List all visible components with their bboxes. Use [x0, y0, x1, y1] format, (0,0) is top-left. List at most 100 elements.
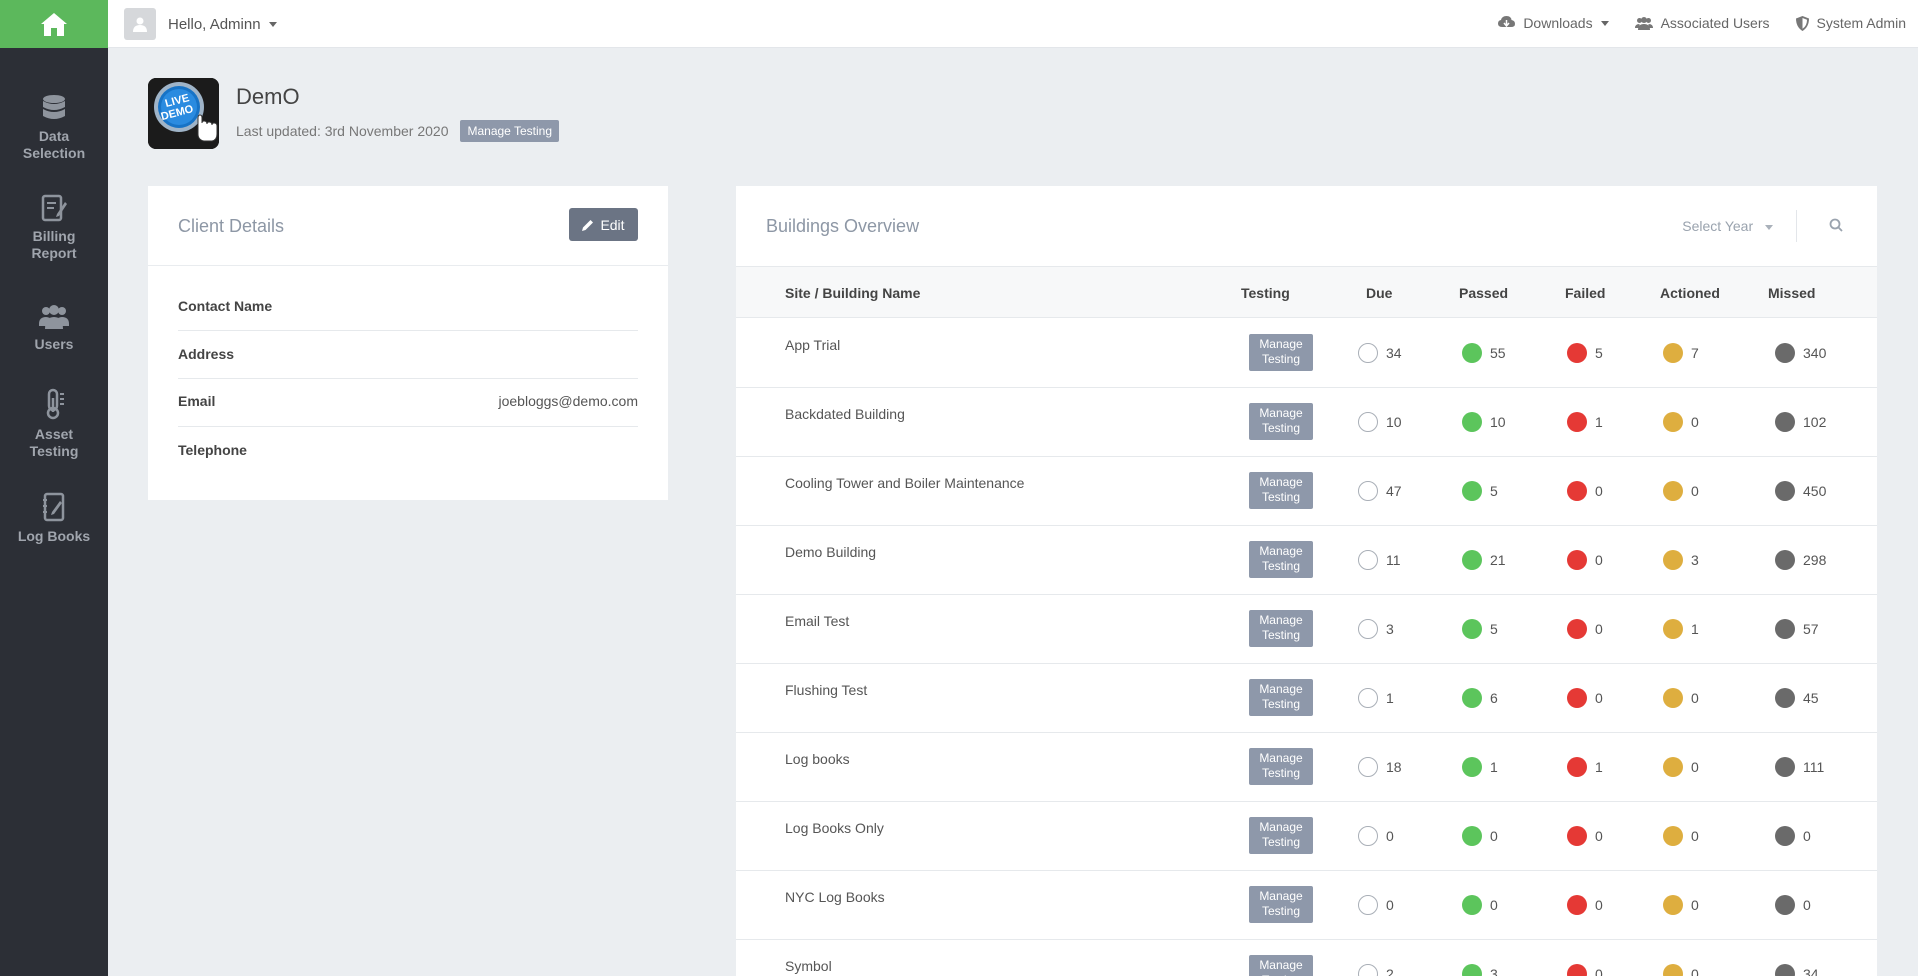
manage-testing-button[interactable]: ManageTesting — [1249, 886, 1313, 923]
year-select-placeholder: Select Year — [1682, 218, 1754, 234]
column-header-failed[interactable]: Failed — [1565, 285, 1605, 301]
failed-count-indicator — [1567, 826, 1587, 846]
building-name[interactable]: Backdated Building — [785, 406, 905, 422]
building-name[interactable]: Email Test — [785, 613, 849, 629]
due-count: 0 — [1358, 895, 1394, 915]
actioned-count-value: 0 — [1691, 828, 1699, 844]
manage-label: Manage — [1259, 682, 1303, 696]
column-header-actioned[interactable]: Actioned — [1660, 285, 1720, 301]
live-demo-logo-icon: LIVE DEMO — [148, 78, 219, 149]
column-header-missed[interactable]: Missed — [1768, 285, 1815, 301]
building-name[interactable]: App Trial — [785, 337, 840, 353]
home-button[interactable] — [0, 0, 108, 48]
testing-label: Testing — [1261, 559, 1301, 573]
missed-count: 340 — [1775, 343, 1826, 363]
detail-label: Email — [178, 393, 216, 409]
actioned-count: 0 — [1663, 895, 1699, 915]
due-count-indicator — [1358, 757, 1378, 777]
column-header-passed[interactable]: Passed — [1459, 285, 1508, 301]
column-header-name[interactable]: Site / Building Name — [785, 285, 920, 301]
building-name[interactable]: Demo Building — [785, 544, 876, 560]
missed-count-indicator — [1775, 757, 1795, 777]
testing-label: Testing — [1261, 766, 1301, 780]
manage-testing-button[interactable]: ManageTesting — [1249, 610, 1313, 647]
sidebar-item-log-books[interactable]: Log Books — [0, 486, 108, 545]
manage-testing-button[interactable]: ManageTesting — [1249, 955, 1313, 976]
search-button[interactable] — [1829, 218, 1843, 237]
table-row[interactable]: Log books Manage Testing 18 1 1 0 111 — [736, 733, 1877, 802]
downloads-menu[interactable]: Downloads — [1498, 15, 1609, 31]
passed-count-indicator — [1462, 550, 1482, 570]
table-row[interactable]: Email Test Manage Testing 3 5 0 1 57 — [736, 595, 1877, 664]
building-name[interactable]: Log Books Only — [785, 820, 884, 836]
failed-count-indicator — [1567, 964, 1587, 976]
sidebar-item-users[interactable]: Users — [0, 294, 108, 353]
failed-count-value: 0 — [1595, 690, 1603, 706]
actioned-count: 0 — [1663, 412, 1699, 432]
edit-button[interactable]: Edit — [569, 208, 638, 241]
passed-count-value: 0 — [1490, 828, 1498, 844]
building-name[interactable]: Symbol — [785, 958, 832, 974]
table-row[interactable]: NYC Log Books Manage Testing 0 0 0 0 0 — [736, 871, 1877, 940]
column-header-due[interactable]: Due — [1366, 285, 1392, 301]
manage-testing-button[interactable]: ManageTesting — [1249, 541, 1313, 578]
associated-users-link[interactable]: Associated Users — [1634, 15, 1770, 31]
missed-count-value: 340 — [1803, 345, 1827, 361]
manage-testing-button[interactable]: Manage Testing — [460, 120, 559, 142]
building-name[interactable]: Cooling Tower and Boiler Maintenance — [785, 475, 1024, 491]
missed-count: 298 — [1775, 550, 1826, 570]
sidebar-item-data-selection[interactable]: Data Selection — [0, 86, 108, 162]
failed-count-value: 0 — [1595, 897, 1603, 913]
year-select[interactable]: Select Year — [1682, 218, 1773, 234]
building-name[interactable]: NYC Log Books — [785, 889, 885, 905]
manage-label: Manage — [1259, 406, 1303, 420]
building-name[interactable]: Log books — [785, 751, 850, 767]
failed-count-value: 0 — [1595, 483, 1603, 499]
table-row[interactable]: Demo Building Manage Testing 11 21 0 3 298 — [736, 526, 1877, 595]
manage-testing-button[interactable]: ManageTesting — [1249, 403, 1313, 440]
actioned-count-value: 0 — [1691, 759, 1699, 775]
actioned-count-value: 0 — [1691, 897, 1699, 913]
passed-count-value: 21 — [1490, 552, 1506, 568]
manage-testing-button[interactable]: ManageTesting — [1249, 679, 1313, 716]
table-row[interactable]: Backdated Building Manage Testing 10 10 1 0 102 — [736, 388, 1877, 457]
edit-label: Edit — [600, 216, 625, 233]
failed-count: 0 — [1567, 688, 1603, 708]
actioned-count-indicator — [1663, 964, 1683, 976]
due-count-indicator — [1358, 481, 1378, 501]
due-count: 11 — [1358, 550, 1401, 570]
due-count-value: 11 — [1386, 552, 1401, 568]
table-row[interactable]: Log Books Only Manage Testing 0 0 0 0 0 — [736, 802, 1877, 871]
column-header-testing[interactable]: Testing — [1241, 285, 1290, 301]
sidebar-item-asset-testing[interactable]: Asset Testing — [0, 384, 108, 460]
table-row[interactable]: Symbol ManageTesting 2 3 0 0 34 — [736, 940, 1877, 976]
due-count-value: 1 — [1386, 690, 1394, 706]
table-row[interactable]: Cooling Tower and Boiler Maintenance Mana… — [736, 457, 1877, 526]
manage-testing-button[interactable]: ManageTesting — [1249, 748, 1313, 785]
manage-testing-button[interactable]: ManageTesting — [1249, 472, 1313, 509]
failed-count-indicator — [1567, 688, 1587, 708]
table-row[interactable]: Flushing Test Manage Testing 1 6 0 0 45 — [736, 664, 1877, 733]
failed-count: 0 — [1567, 895, 1603, 915]
failed-count-indicator — [1567, 895, 1587, 915]
sidebar-item-billing-report[interactable]: Billing Report — [0, 186, 108, 262]
missed-count-indicator — [1775, 964, 1795, 976]
last-updated: Last updated: 3rd November 2020 — [236, 123, 449, 139]
passed-count: 21 — [1462, 550, 1506, 570]
due-count: 3 — [1358, 619, 1394, 639]
testing-label: Testing — [1261, 421, 1301, 435]
table-row[interactable]: App Trial Manage Testing 34 55 5 7 340 — [736, 319, 1877, 388]
passed-count-indicator — [1462, 688, 1482, 708]
system-admin-link[interactable]: System Admin — [1795, 15, 1906, 31]
building-name[interactable]: Flushing Test — [785, 682, 867, 698]
manage-testing-button[interactable]: ManageTesting — [1249, 334, 1313, 371]
due-count: 18 — [1358, 757, 1402, 777]
chevron-down-icon — [1600, 20, 1609, 26]
due-count-value: 10 — [1386, 414, 1402, 430]
user-menu[interactable]: Hello, Adminn — [124, 8, 277, 40]
failed-count: 0 — [1567, 964, 1603, 976]
passed-count: 0 — [1462, 895, 1498, 915]
missed-count-value: 45 — [1803, 690, 1819, 706]
manage-testing-button[interactable]: ManageTesting — [1249, 817, 1313, 854]
actioned-count-value: 0 — [1691, 483, 1699, 499]
